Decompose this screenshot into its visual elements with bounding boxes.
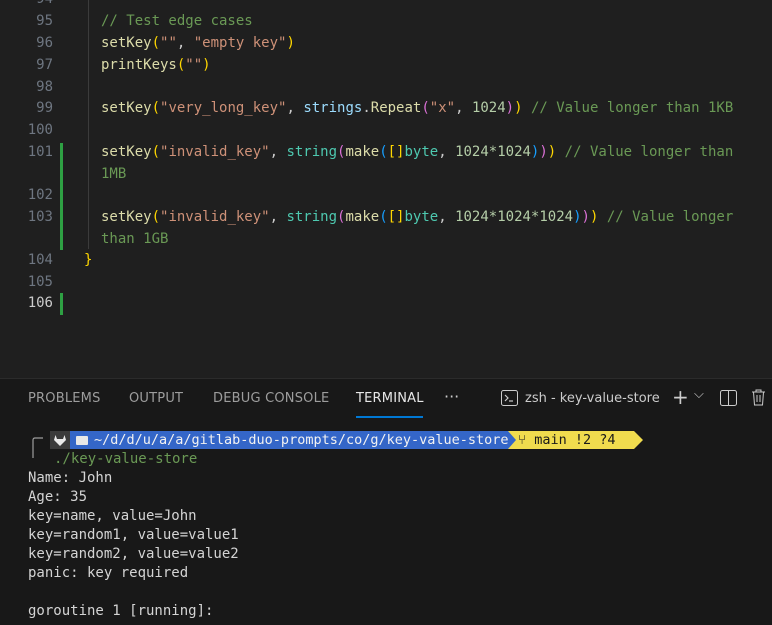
terminal-icon [501, 390, 518, 406]
prompt-arrow [508, 431, 516, 449]
line-number: 105 [27, 274, 53, 290]
panel-tabs: PROBLEMS OUTPUT DEBUG CONSOLE TERMINAL ·… [0, 379, 772, 419]
line-number: 101 [27, 144, 53, 160]
closing-brace: } [84, 252, 93, 268]
tab-problems[interactable]: PROBLEMS [28, 391, 101, 406]
terminal-output-line: key=name, value=John [28, 508, 197, 524]
prompt-path-segment: ~/d/d/u/a/a/gitlab-duo-prompts/co/g/key-… [70, 431, 509, 449]
terminal-instance-label[interactable]: zsh - key-value-store [525, 391, 660, 406]
prompt-git-segment: ⑂ main !2 ?4 [508, 431, 634, 449]
terminal-output-line: panic: key required [28, 565, 189, 581]
terminal-output-line: goroutine 1 [running]: [28, 603, 214, 619]
code-line[interactable]: 95 // Test edge cases [0, 11, 772, 33]
code-line[interactable]: 106 [0, 293, 772, 315]
terminal-output-line: Name: John [28, 470, 113, 486]
folder-icon [76, 435, 88, 445]
git-branch-icon: ⑂ [518, 432, 527, 448]
line-number: 106 [27, 295, 53, 311]
code-line[interactable]: 100 [0, 120, 772, 142]
tab-terminal[interactable]: TERMINAL [356, 391, 424, 406]
code-line[interactable]: 105 [0, 272, 772, 294]
prompt-corner-icon [32, 437, 44, 463]
code-text: setKey("invalid_key", string(make([]byte… [101, 144, 734, 160]
prompt-path: ~/d/d/u/a/a/gitlab-duo-prompts/co/g/key-… [94, 432, 509, 448]
add-terminal-icon[interactable]: + [672, 385, 689, 409]
code-text: setKey("invalid_key", string(make([]byte… [101, 209, 734, 225]
trash-icon[interactable] [751, 389, 766, 410]
code-line[interactable]: 98 [0, 77, 772, 99]
terminal-output-line: key=random1, value=value1 [28, 527, 239, 543]
line-number: 102 [27, 187, 53, 203]
terminal-output-line: key=random2, value=value2 [28, 546, 239, 562]
code-editor[interactable]: 94 95 // Test edge cases 96 setKey("", "… [0, 0, 772, 378]
code-text: setKey("very_long_key", strings.Repeat("… [101, 100, 734, 116]
bottom-panel: PROBLEMS OUTPUT DEBUG CONSOLE TERMINAL ·… [0, 378, 772, 625]
prompt-arrow [634, 431, 643, 449]
split-terminal-icon[interactable] [720, 390, 737, 410]
code-wrapped-comment: 1MB [101, 165, 127, 182]
code-line[interactable]: 94 [0, 0, 772, 11]
chevron-down-icon[interactable]: ⌵ [694, 387, 704, 402]
code-line[interactable]: 99 setKey("very_long_key", strings.Repea… [0, 98, 772, 120]
code-line[interactable]: 102 [0, 185, 772, 207]
active-tab-indicator [356, 416, 423, 418]
code-line[interactable]: 103 setKey("invalid_key", string(make([]… [0, 207, 772, 247]
code-comment: // Test edge cases [101, 13, 253, 29]
code-line[interactable]: 96 setKey("", "empty key") [0, 33, 772, 55]
tab-output[interactable]: OUTPUT [129, 391, 183, 406]
code-line[interactable]: 104 } [0, 250, 772, 272]
line-number: 103 [27, 209, 53, 225]
terminal-command: ./key-value-store [54, 451, 198, 467]
line-number: 99 [36, 100, 53, 116]
code-line[interactable]: 97 printKeys("") [0, 55, 772, 77]
line-number: 104 [27, 252, 53, 268]
code-text: setKey("", "empty key") [101, 35, 295, 51]
code-line[interactable]: 101 setKey("invalid_key", string(make([]… [0, 142, 772, 182]
line-number: 100 [27, 122, 53, 138]
line-number: 96 [36, 35, 53, 51]
git-status: main !2 ?4 [534, 432, 616, 448]
terminal-output-line: Age: 35 [28, 489, 88, 505]
line-number: 94 [0, 0, 53, 11]
line-number: 97 [36, 57, 53, 73]
tab-debug-console[interactable]: DEBUG CONSOLE [213, 391, 329, 406]
code-wrapped-comment: than 1GB [101, 230, 169, 247]
line-number: 95 [36, 13, 53, 29]
more-actions-icon[interactable]: ··· [444, 387, 459, 406]
gitlab-logo-icon [50, 431, 70, 449]
code-text: printKeys("") [101, 57, 211, 73]
line-number: 98 [36, 79, 53, 95]
